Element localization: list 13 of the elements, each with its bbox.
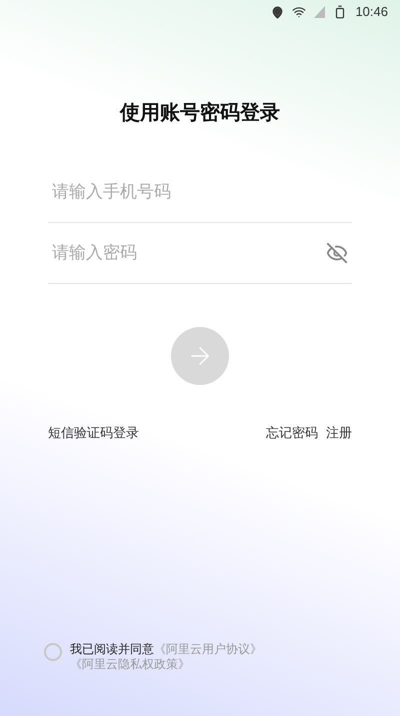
- register-link[interactable]: 注册: [326, 423, 352, 442]
- page-title: 使用账号密码登录: [118, 100, 281, 126]
- agreement-text: 我已阅读并同意《阿里云用户协议》 《阿里云隐私权政策》: [70, 642, 263, 672]
- clock: 10:46: [355, 3, 388, 22]
- password-field[interactable]: 请输入密码: [48, 240, 326, 266]
- sms-login-link[interactable]: 短信验证码登录: [48, 423, 139, 442]
- hide-password-icon[interactable]: [326, 242, 348, 264]
- signal-icon: [314, 6, 326, 18]
- agreement-checkbox[interactable]: [44, 643, 62, 661]
- phone-field[interactable]: 请输入手机号码: [48, 179, 352, 205]
- forgot-password-link[interactable]: 忘记密码: [266, 423, 318, 442]
- wifi-icon: [292, 5, 306, 19]
- location-icon: [271, 6, 284, 18]
